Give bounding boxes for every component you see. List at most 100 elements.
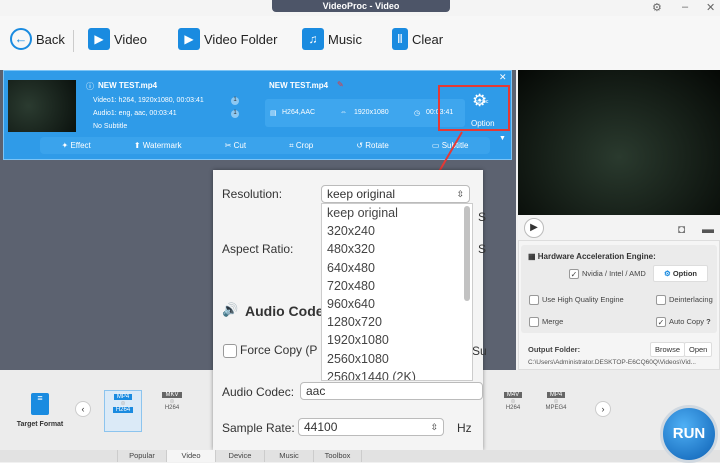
music-label: Music xyxy=(328,31,362,47)
help-icon: ? xyxy=(706,317,711,326)
output-resolution: 1920x1080 xyxy=(354,109,389,116)
folder-add-icon: ▶ xyxy=(178,28,200,50)
resolution-dropdown: keep original 320x240 480x320 640x480 72… xyxy=(321,203,473,381)
info-icon[interactable]: ⓘ xyxy=(86,81,94,92)
hw-option-button[interactable]: ⚙ Option xyxy=(653,265,708,282)
tab-music[interactable]: Music xyxy=(264,450,313,462)
audio-track[interactable]: Audio1: eng, aac, 00:03:41 xyxy=(93,110,177,117)
expand-down-icon[interactable]: ▼ xyxy=(499,135,506,142)
format-m4v-h264[interactable]: M4V ⊛ H264 xyxy=(494,392,532,430)
video-folder-label: Video Folder xyxy=(204,31,278,47)
resolution-option[interactable]: 2560x1440 (2K) xyxy=(322,368,472,380)
resolution-option[interactable]: 480x320 xyxy=(322,240,472,258)
output-codec: H264,AAC xyxy=(282,109,316,116)
deinterlacing-checkbox[interactable]: Deinterlacing xyxy=(656,295,713,306)
tab-device[interactable]: Device xyxy=(215,450,264,462)
resolution-option[interactable]: 2560x1080 xyxy=(322,350,472,368)
edit-pencil-icon[interactable]: ✎ xyxy=(337,80,344,89)
auto-copy-checkbox[interactable]: ✓ Auto Copy ? xyxy=(656,317,711,328)
settings-gear-icon[interactable]: ⚙ xyxy=(652,1,662,14)
hz-label: Hz xyxy=(457,421,472,435)
tab-video[interactable]: Video xyxy=(166,450,215,462)
resolution-option[interactable]: 320x240 xyxy=(322,222,472,240)
sample-rate-label: Sample Rate: xyxy=(222,421,295,435)
dropdown-scrollbar[interactable] xyxy=(464,206,470,301)
source-filename: NEW TEST.mp4 xyxy=(98,81,158,90)
hw-accel-title: ▦ Hardware Acceleration Engine: xyxy=(528,252,656,261)
resolution-option[interactable]: 960x640 xyxy=(322,295,472,313)
target-format-button[interactable]: ≡ Target Format xyxy=(10,393,70,428)
scroll-left-button[interactable]: ‹ xyxy=(75,401,91,417)
snapshot-camera-icon[interactable]: ◘ xyxy=(678,222,685,236)
add-video-folder-button[interactable]: ▶ Video Folder xyxy=(178,28,277,50)
watermark-button[interactable]: ⬆ Watermark xyxy=(134,141,182,150)
effect-button[interactable]: ✦ Effect xyxy=(62,141,91,150)
scroll-right-button[interactable]: › xyxy=(595,401,611,417)
video-preview xyxy=(518,70,720,215)
clock-icon: ◷ xyxy=(414,110,421,117)
video-label: Video xyxy=(114,31,148,47)
close-button[interactable]: ✕ xyxy=(706,1,715,14)
output-path[interactable]: C:\Users\Administrator.DESKTOP-E6CQ60Q\V… xyxy=(528,359,696,366)
resolution-option[interactable]: 640x480 xyxy=(322,259,472,277)
output-folder-label: Output Folder: xyxy=(528,345,581,354)
output-filename: NEW TEST.mp4 xyxy=(269,81,329,90)
resolution-select[interactable]: keep original ⇳ xyxy=(321,185,470,203)
tab-toolbox[interactable]: Toolbox xyxy=(313,450,362,462)
resolution-option[interactable]: 720x480 xyxy=(322,277,472,295)
target-format-icon: ≡ xyxy=(31,393,49,415)
video-track-count: 1 xyxy=(231,97,239,105)
remove-file-icon[interactable]: ✕ xyxy=(499,72,507,83)
video-add-icon: ▶ xyxy=(88,28,110,50)
clear-label: Clear xyxy=(412,31,444,47)
folder-icon[interactable]: ▬ xyxy=(702,222,714,236)
cut-button[interactable]: ✂ Cut xyxy=(225,141,246,150)
clipped-label: Su xyxy=(472,344,487,358)
rotate-button[interactable]: ↺ Rotate xyxy=(356,141,389,150)
music-add-icon: ♫ xyxy=(302,28,324,50)
video-track[interactable]: Video1: h264, 1920x1080, 00:03:41 xyxy=(93,97,204,104)
back-arrow-icon: ← xyxy=(10,28,32,50)
sample-rate-select[interactable]: 44100 ⇳ xyxy=(298,418,444,436)
merge-checkbox[interactable]: Merge xyxy=(529,317,563,328)
format-mp4-h264[interactable]: MP4 ⊛ H264 xyxy=(104,390,142,432)
category-tabs: Popular Video Device Music Toolbox xyxy=(0,450,720,462)
film-icon: ▤ xyxy=(270,110,277,117)
target-format-label: Target Format xyxy=(16,421,64,428)
run-button[interactable]: RUN xyxy=(660,405,718,463)
minimize-button[interactable]: – xyxy=(682,1,688,13)
audio-codec-label: Audio Codec: xyxy=(222,385,295,399)
add-music-button[interactable]: ♫ Music xyxy=(302,28,362,50)
subtitle-track[interactable]: No Subtitle xyxy=(93,123,127,130)
play-button[interactable]: ▶ xyxy=(524,218,544,238)
nvidia-checkbox[interactable]: ✓ Nvidia / Intel / AMD xyxy=(569,269,646,280)
format-mp4-mpeg4[interactable]: MP4 ⊛ MPEG4 xyxy=(537,392,575,430)
open-button[interactable]: Open xyxy=(684,342,713,357)
speaker-icon: 🔊 xyxy=(222,302,239,317)
add-video-button[interactable]: ▶ Video xyxy=(88,28,147,50)
window-title: VideoProc - Video xyxy=(272,0,450,12)
resolution-icon: ⇔ xyxy=(340,109,347,116)
format-mkv-h264[interactable]: MKV ⊛ H264 xyxy=(153,392,191,430)
preview-controls xyxy=(518,215,720,240)
clipped-label: S xyxy=(478,242,487,256)
resolution-option[interactable]: keep original xyxy=(322,204,472,222)
browse-button[interactable]: Browse xyxy=(650,342,686,357)
resolution-option[interactable]: 1920x1080 xyxy=(322,331,472,349)
audio-track-count: 1 xyxy=(231,110,239,118)
back-label: Back xyxy=(36,31,65,47)
force-copy-checkbox[interactable]: Force Copy (P xyxy=(223,343,317,358)
high-quality-checkbox[interactable]: Use High Quality Engine xyxy=(529,295,624,306)
audio-codec-heading: Audio Code xyxy=(245,303,324,319)
tab-popular[interactable]: Popular xyxy=(117,450,166,462)
video-thumbnail[interactable] xyxy=(8,80,76,132)
back-button[interactable]: ← Back xyxy=(10,28,65,50)
clear-button[interactable]: Ⅱ Clear xyxy=(392,28,443,50)
aspect-ratio-label: Aspect Ratio: xyxy=(222,242,294,256)
trash-icon: Ⅱ xyxy=(392,28,408,50)
resolution-label: Resolution: xyxy=(222,187,283,201)
audio-codec-select[interactable]: aac xyxy=(300,382,483,400)
crop-button[interactable]: ⌗ Crop xyxy=(289,141,313,151)
clipped-label: S xyxy=(478,210,487,224)
resolution-option[interactable]: 1280x720 xyxy=(322,313,472,331)
